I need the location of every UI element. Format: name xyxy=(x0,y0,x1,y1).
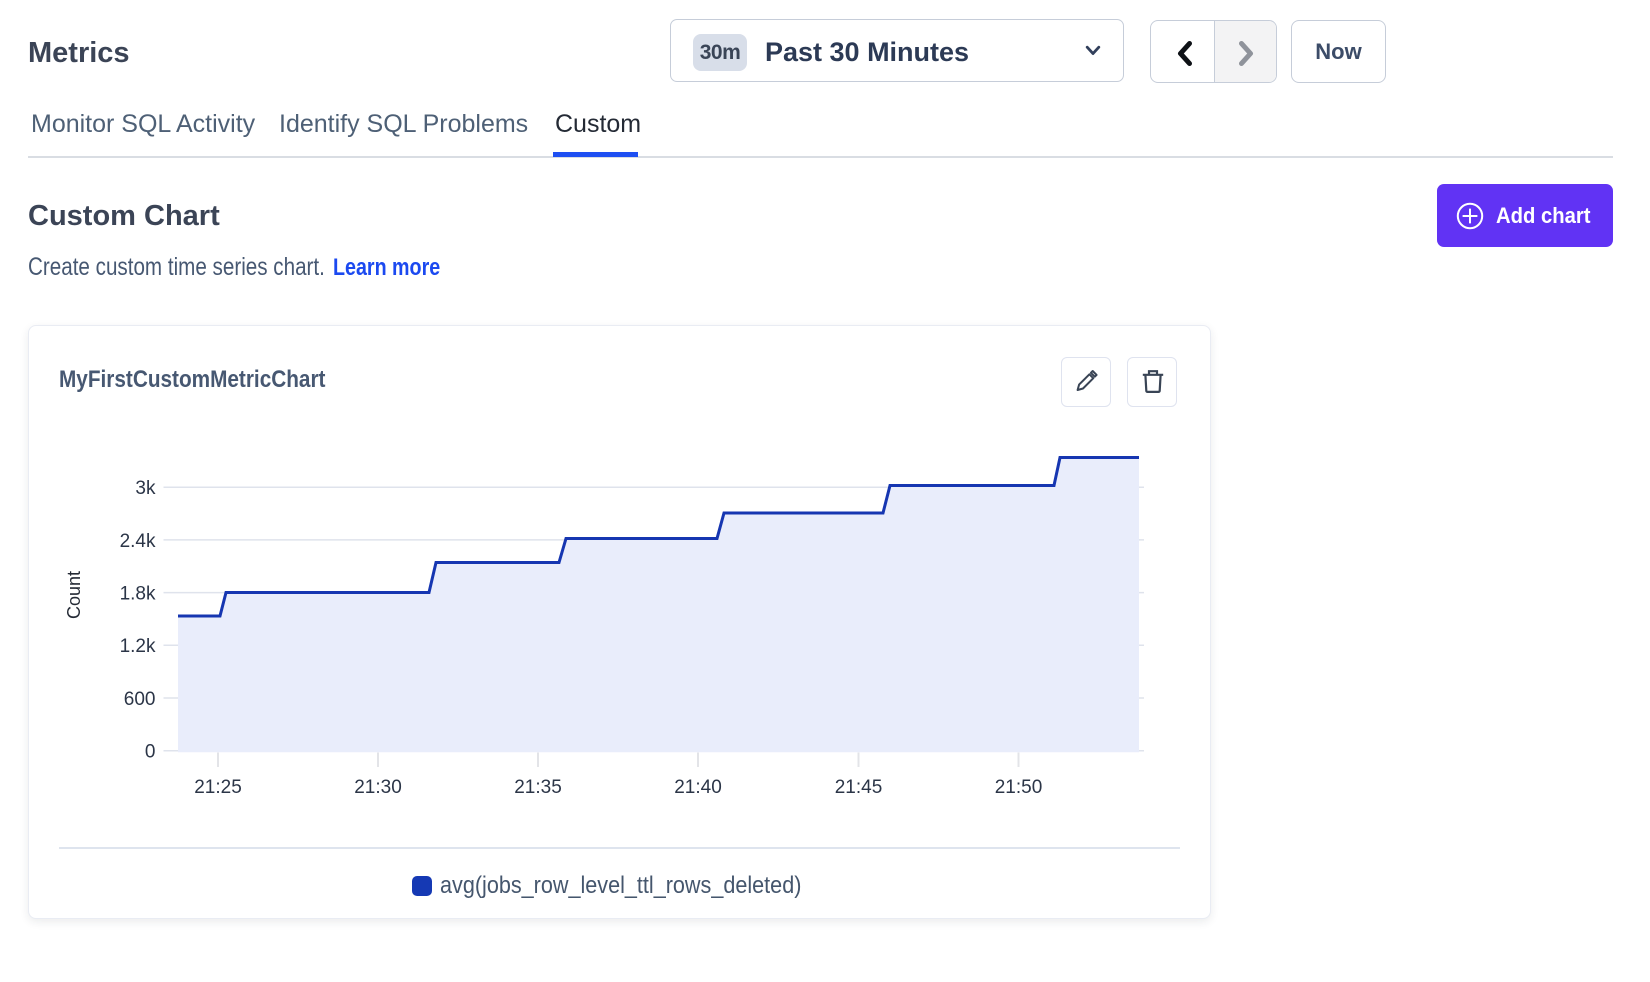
svg-text:21:45: 21:45 xyxy=(835,777,883,798)
svg-text:21:30: 21:30 xyxy=(354,777,402,798)
svg-text:0: 0 xyxy=(145,742,156,763)
svg-text:Count: Count xyxy=(64,571,84,619)
svg-text:21:40: 21:40 xyxy=(674,777,722,798)
svg-text:600: 600 xyxy=(124,689,156,710)
svg-text:21:50: 21:50 xyxy=(995,777,1043,798)
svg-text:21:25: 21:25 xyxy=(194,777,242,798)
svg-text:1.8k: 1.8k xyxy=(120,584,156,605)
svg-text:2.4k: 2.4k xyxy=(120,531,156,552)
svg-text:3k: 3k xyxy=(135,478,156,499)
svg-text:1.2k: 1.2k xyxy=(120,636,156,657)
svg-text:21:35: 21:35 xyxy=(514,777,562,798)
